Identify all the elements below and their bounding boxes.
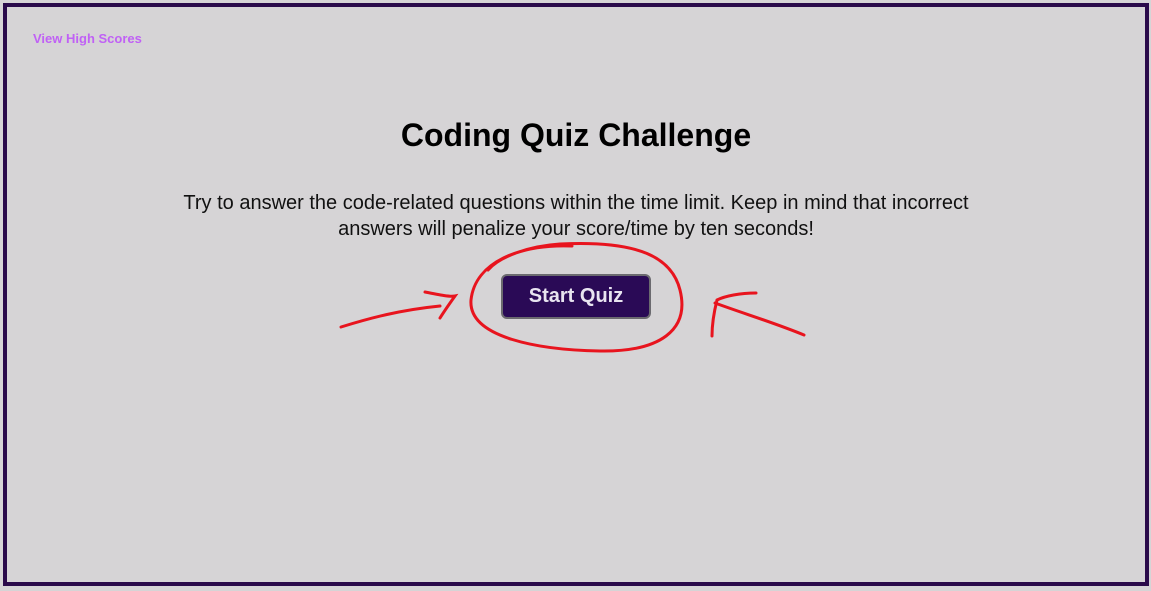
start-quiz-button[interactable]: Start Quiz [501,274,651,319]
quiz-instructions: Try to answer the code-related questions… [183,192,969,240]
view-high-scores-link[interactable]: View High Scores [33,31,142,46]
quiz-container: View High Scores Coding Quiz Challenge T… [3,3,1149,586]
page-title: Coding Quiz Challenge [400,117,752,153]
